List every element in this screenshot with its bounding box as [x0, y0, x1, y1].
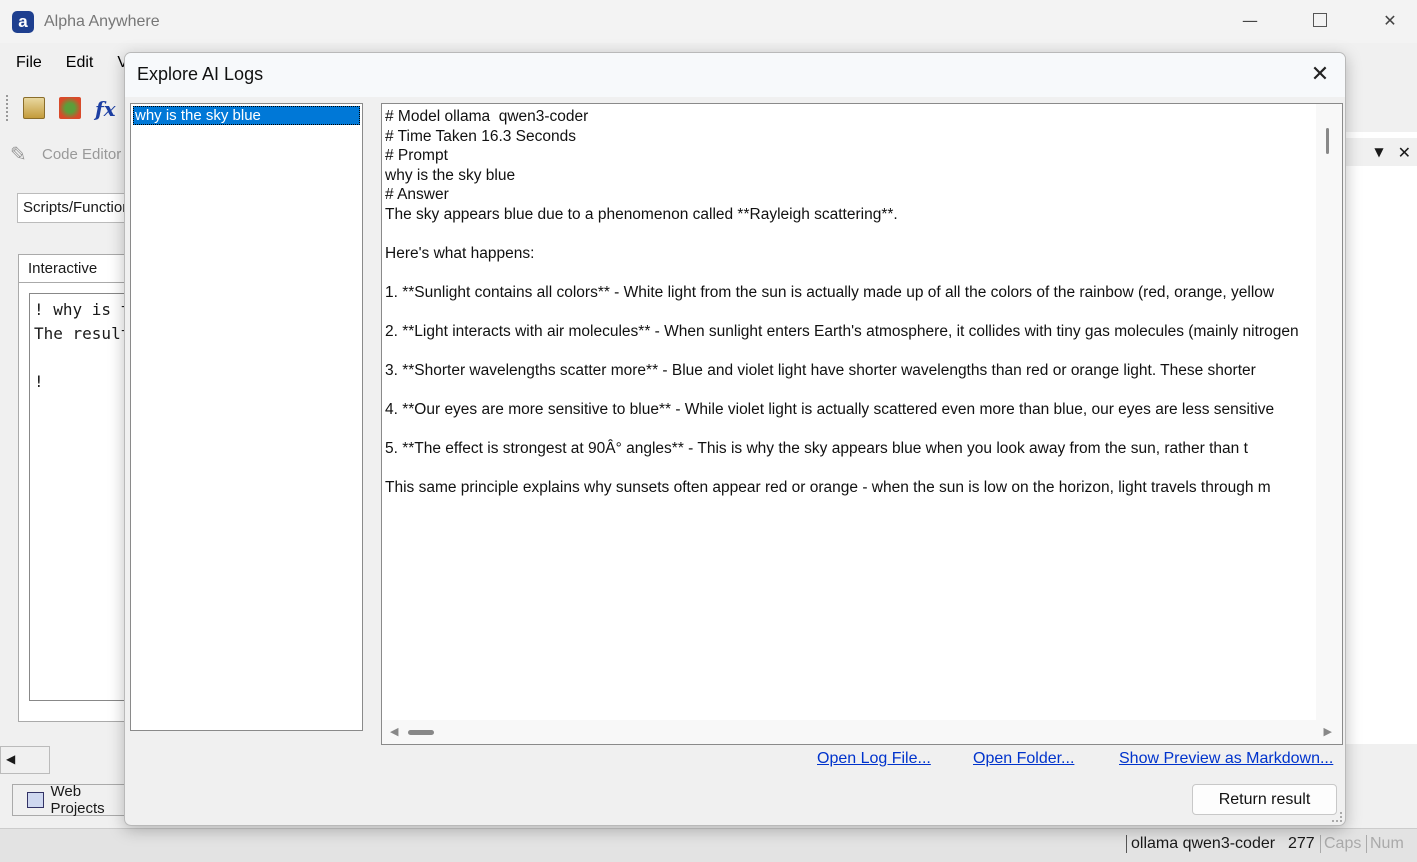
chevron-down-icon[interactable]: ▼ — [1374, 145, 1383, 159]
vertical-scroll-thumb[interactable] — [1326, 128, 1329, 154]
app-title: Alpha Anywhere — [44, 12, 160, 30]
status-caps: Caps — [1320, 835, 1361, 853]
tree-icon[interactable] — [59, 97, 81, 119]
resize-grip[interactable] — [1332, 812, 1342, 822]
scroll-left-icon[interactable]: ◀ — [6, 752, 15, 766]
status-model: ollama qwen3-coder — [1126, 835, 1275, 853]
explore-ai-logs-dialog: Explore AI Logs ✕ why is the sky blue # … — [124, 52, 1346, 826]
return-result-button[interactable]: Return result — [1192, 784, 1337, 815]
menu-file[interactable]: File — [8, 50, 50, 80]
app-logo-icon: a — [12, 10, 34, 33]
dialog-titlebar[interactable]: Explore AI Logs ✕ — [125, 53, 1345, 97]
status-count: 277 — [1288, 835, 1315, 852]
maximize-button[interactable] — [1285, 0, 1355, 40]
log-content-viewer[interactable]: # Model ollama qwen3-coder # Time Taken … — [381, 103, 1343, 745]
scroll-left-icon[interactable]: ◀ — [390, 725, 398, 738]
menubar: File Edit V — [0, 50, 136, 80]
scroll-right-icon[interactable]: ▶ — [1324, 725, 1332, 738]
horizontal-scrollbar[interactable]: ◀ ▶ — [382, 720, 1342, 744]
right-pane-header: ▼ ✕ — [1345, 138, 1417, 166]
open-folder-link[interactable]: Open Folder... — [973, 750, 1074, 768]
editor-scrollbar[interactable]: ◀ — [0, 746, 50, 774]
toolbar: fx — [0, 88, 140, 128]
right-pane — [1345, 132, 1417, 744]
app-close-button[interactable]: ✕ — [1355, 0, 1417, 40]
log-text[interactable]: # Model ollama qwen3-coder # Time Taken … — [385, 107, 1313, 717]
toolbar-grip[interactable] — [6, 95, 9, 121]
close-icon[interactable]: ✕ — [1398, 143, 1411, 162]
list-item[interactable]: why is the sky blue — [133, 106, 360, 125]
tab-web-projects[interactable]: Web Projects — [12, 783, 142, 817]
interactive-text[interactable]: ! why is the sky blue The result ! — [29, 293, 137, 701]
web-projects-icon — [27, 792, 45, 808]
maximize-icon — [1313, 13, 1327, 27]
dialog-title: Explore AI Logs — [137, 64, 264, 84]
code-editor-label: Code Editor — [42, 146, 122, 163]
interactive-window[interactable]: ! why is the sky blue The result ! — [18, 282, 138, 722]
document-icon[interactable] — [23, 97, 45, 119]
menu-edit[interactable]: Edit — [58, 50, 102, 80]
code-editor-icon: ✎ — [10, 142, 27, 166]
statusbar: ollama qwen3-coder 277 Caps Num — [0, 828, 1417, 862]
show-preview-markdown-link[interactable]: Show Preview as Markdown... — [1119, 750, 1333, 768]
app-titlebar: a Alpha Anywhere — [0, 0, 1417, 43]
tab-interactive[interactable]: Interactive — [18, 254, 128, 284]
code-editor-pane: ✎ Code Editor Scripts/Functions Interact… — [0, 132, 147, 752]
vertical-scrollbar[interactable] — [1316, 104, 1342, 720]
dialog-close-button[interactable]: ✕ — [1307, 61, 1333, 87]
status-num: Num — [1366, 835, 1404, 853]
open-log-file-link[interactable]: Open Log File... — [817, 750, 931, 768]
web-projects-label: Web Projects — [50, 783, 105, 817]
function-icon[interactable]: fx — [95, 97, 117, 121]
horizontal-scroll-thumb[interactable] — [408, 730, 434, 735]
minimize-button[interactable]: — — [1215, 0, 1285, 40]
log-list[interactable]: why is the sky blue — [130, 103, 363, 731]
